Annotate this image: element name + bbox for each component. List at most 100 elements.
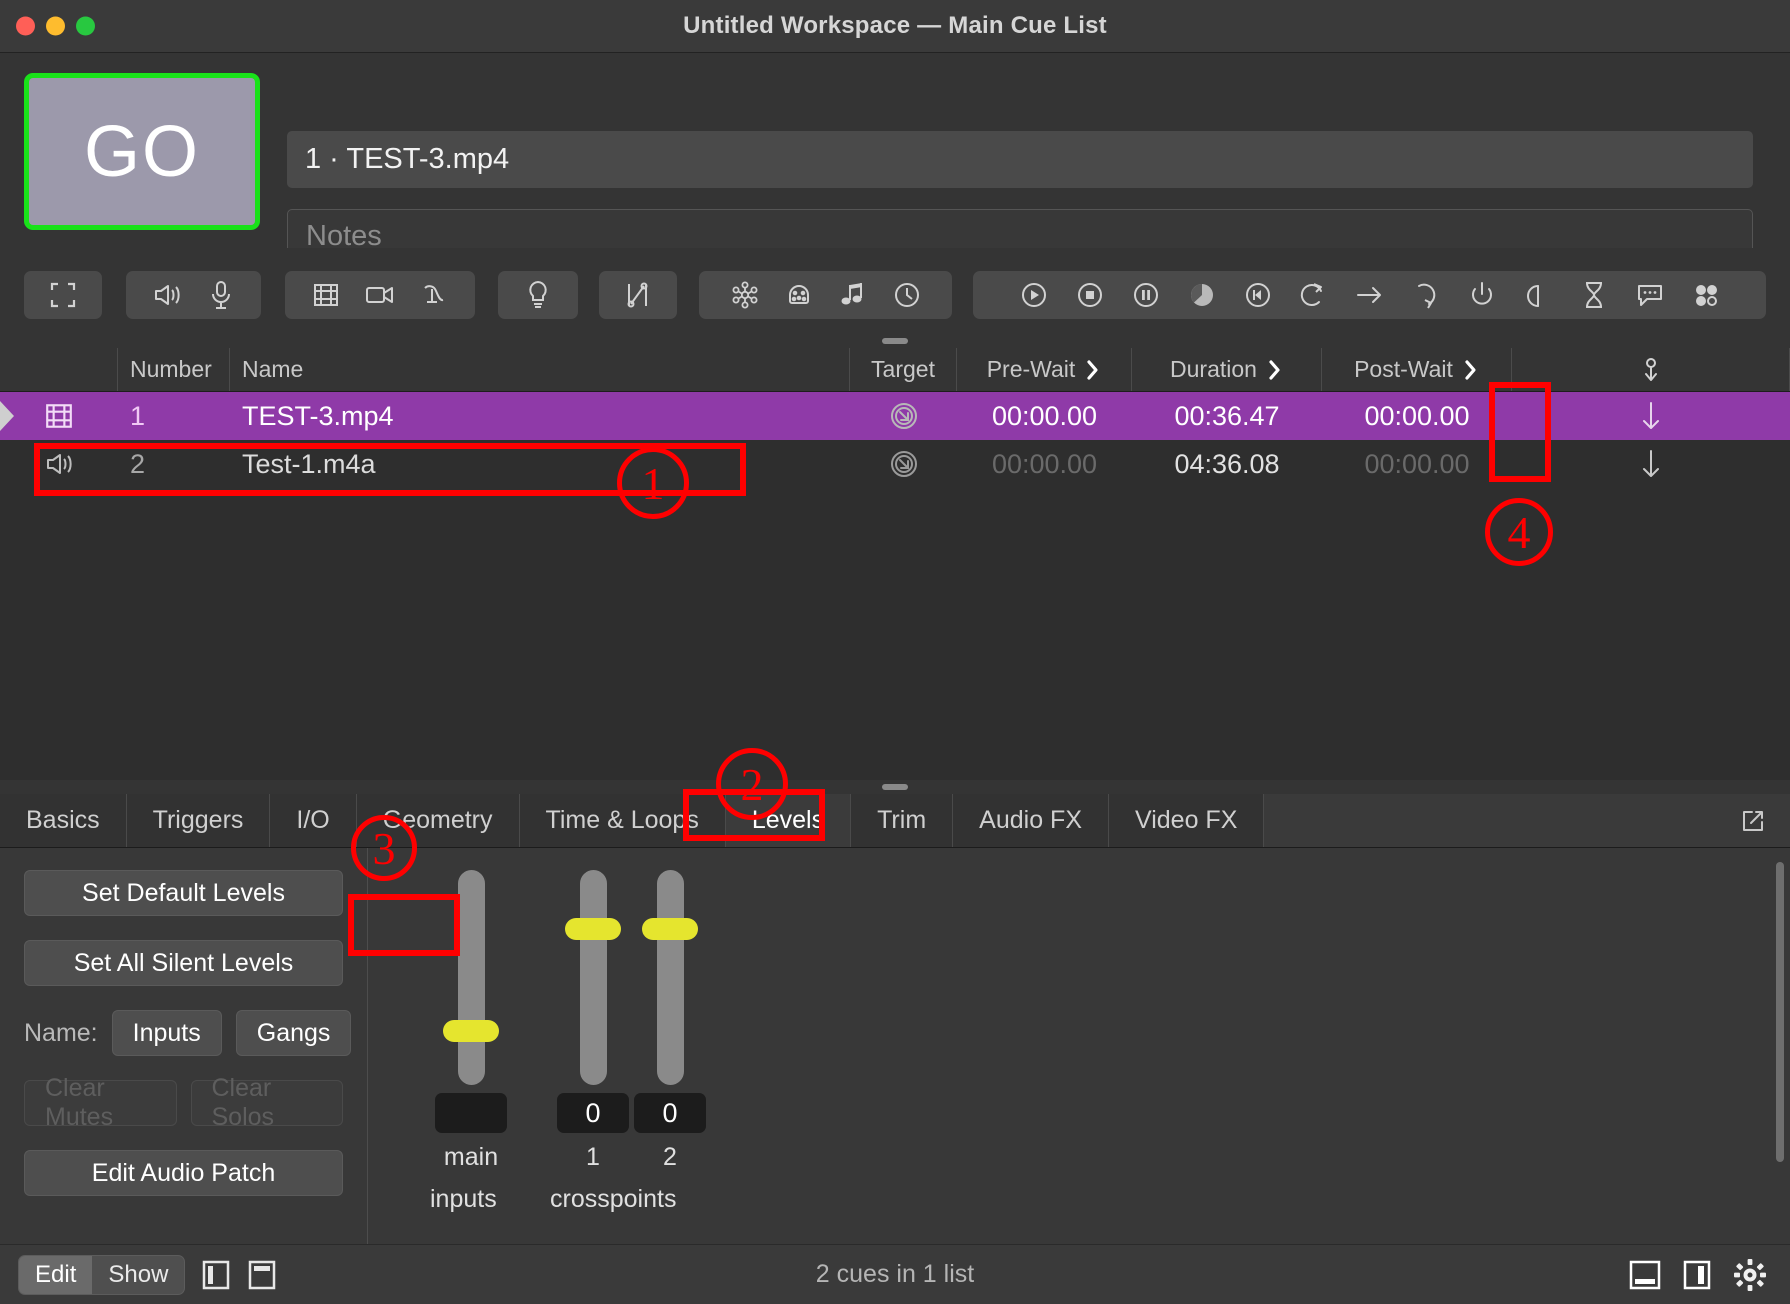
column-header-continue[interactable] (1512, 348, 1790, 391)
cue-post-wait[interactable]: 00:00.00 (1322, 440, 1512, 488)
memo-icon[interactable] (1623, 271, 1677, 319)
film-icon (46, 404, 72, 428)
edit-audio-patch-button[interactable]: Edit Audio Patch (24, 1150, 343, 1196)
toolbar-group-fade (24, 271, 102, 319)
cue-pre-wait[interactable]: 00:00.00 (957, 440, 1132, 488)
cue-continue-mode[interactable] (1512, 392, 1790, 440)
pause-icon[interactable] (1119, 271, 1173, 319)
cue-pre-wait[interactable]: 00:00.00 (957, 392, 1132, 440)
group-icon[interactable] (1679, 271, 1733, 319)
tab-triggers[interactable]: Triggers (126, 794, 271, 847)
inputs-button[interactable]: Inputs (111, 1010, 222, 1056)
chevron-right-icon (1087, 359, 1098, 380)
cue-target[interactable] (850, 392, 957, 440)
camera-icon[interactable] (353, 271, 407, 319)
reset-icon[interactable] (1231, 271, 1285, 319)
start-icon[interactable] (1007, 271, 1061, 319)
column-header-number[interactable]: Number (118, 348, 230, 391)
lightbulb-icon[interactable] (511, 271, 565, 319)
column-header-duration[interactable]: Duration (1132, 348, 1322, 391)
column-header-target[interactable]: Target (850, 348, 957, 391)
fader-value-crosspoint-1[interactable]: 0 (557, 1093, 629, 1133)
column-header-post-wait[interactable]: Post-Wait (1322, 348, 1512, 391)
fade-icon[interactable] (611, 271, 665, 319)
inspector-tab-bar: Basics Triggers I/O Geometry Time & Loop… (0, 794, 1790, 848)
set-default-levels-button[interactable]: Set Default Levels (24, 870, 343, 916)
mode-show-button[interactable]: Show (92, 1256, 184, 1294)
fader-thumb-crosspoint-1[interactable] (565, 918, 621, 940)
fader-value-main[interactable] (435, 1093, 507, 1133)
cue-continue-mode[interactable] (1512, 440, 1790, 488)
cue-number: 1 (130, 400, 146, 431)
gear-icon[interactable] (1732, 1257, 1768, 1293)
midi-icon[interactable] (772, 271, 826, 319)
tab-audio-fx[interactable]: Audio FX (953, 794, 1109, 847)
fullscreen-icon[interactable] (36, 271, 90, 319)
tab-trim[interactable]: Trim (851, 794, 954, 847)
fader-track-crosspoint-1[interactable] (565, 870, 621, 1085)
table-row[interactable]: 2 Test-1.m4a 00:00.00 04:36.08 00:00.00 (0, 440, 1790, 488)
music-icon[interactable] (826, 271, 880, 319)
mode-edit-button[interactable]: Edit (19, 1255, 93, 1294)
panel-bottom-icon[interactable] (1628, 1259, 1662, 1291)
cue-duration[interactable]: 04:36.08 (1132, 440, 1322, 488)
goto-icon[interactable] (1287, 271, 1341, 319)
speaker-icon[interactable] (140, 271, 194, 319)
target-icon[interactable] (1343, 271, 1397, 319)
load-icon[interactable] (1175, 271, 1229, 319)
cue-duration[interactable]: 00:36.47 (1132, 392, 1322, 440)
devamp-icon[interactable] (1399, 271, 1453, 319)
chevron-right-icon (1465, 359, 1476, 380)
playhead-arrow-icon (0, 401, 14, 431)
text-icon[interactable] (407, 271, 461, 319)
stop-icon[interactable] (1063, 271, 1117, 319)
tab-bar-spacer (1264, 794, 1790, 847)
cue-post-wait[interactable]: 00:00.00 (1322, 392, 1512, 440)
popout-icon[interactable] (1740, 808, 1766, 834)
cue-target[interactable] (850, 440, 957, 488)
film-icon[interactable] (299, 271, 353, 319)
timecode-icon[interactable] (880, 271, 934, 319)
microphone-icon[interactable] (194, 271, 248, 319)
sidebar-bottom-icon[interactable] (247, 1258, 277, 1292)
tab-basics[interactable]: Basics (0, 794, 127, 847)
panel-right-icon[interactable] (1682, 1259, 1712, 1291)
tab-video-fx[interactable]: Video FX (1109, 794, 1265, 847)
column-header-post-wait-label: Post-Wait (1354, 356, 1453, 382)
fader-value-crosspoint-2[interactable]: 0 (634, 1093, 706, 1133)
cue-name-field[interactable]: 1 · TEST-3.mp4 (287, 131, 1753, 188)
fader-label-main: main (443, 1143, 499, 1171)
cue-name[interactable]: TEST-3.mp4 (230, 392, 850, 440)
column-header-pre-wait[interactable]: Pre-Wait (957, 348, 1132, 391)
table-row[interactable]: 1 TEST-3.mp4 00:00.00 00:36.47 00:00.00 (0, 392, 1790, 440)
gangs-button[interactable]: Gangs (235, 1010, 352, 1056)
fader-thumb-crosspoint-2[interactable] (642, 918, 698, 940)
tab-time-and-loops[interactable]: Time & Loops (519, 794, 726, 847)
column-header-name[interactable]: Name (230, 348, 850, 391)
go-button[interactable]: GO (24, 73, 260, 230)
fader-track-crosspoint-2[interactable] (642, 870, 698, 1085)
sidebar-left-icon[interactable] (201, 1258, 231, 1292)
name-label: Name: (24, 1018, 98, 1047)
cuelist-splitter-handle[interactable] (0, 334, 1790, 348)
hourglass-icon[interactable] (1567, 271, 1621, 319)
grab-handle[interactable] (882, 784, 908, 790)
fader-thumb-main[interactable] (443, 1020, 499, 1042)
grab-handle[interactable] (882, 338, 908, 344)
tab-levels[interactable]: Levels (725, 794, 852, 847)
app-window: Untitled Workspace — Main Cue List GO 1 … (0, 0, 1790, 1304)
inspector-scrollbar[interactable] (1776, 862, 1784, 1162)
cue-name[interactable]: Test-1.m4a (230, 440, 850, 488)
arrow-icon[interactable] (1511, 271, 1565, 319)
speaker-icon (47, 454, 72, 474)
clear-solos-button[interactable]: Clear Solos (190, 1074, 343, 1131)
clear-mutes-button[interactable]: Clear Mutes (24, 1074, 177, 1131)
set-all-silent-levels-button[interactable]: Set All Silent Levels (24, 940, 343, 986)
toolbar-group-network (699, 271, 952, 319)
inspector-splitter-handle[interactable] (0, 780, 1790, 794)
script-icon[interactable] (1455, 271, 1509, 319)
tab-geometry[interactable]: Geometry (356, 794, 520, 847)
fader-track-main[interactable] (443, 870, 499, 1085)
network-icon[interactable] (718, 271, 772, 319)
tab-io[interactable]: I/O (270, 794, 357, 847)
